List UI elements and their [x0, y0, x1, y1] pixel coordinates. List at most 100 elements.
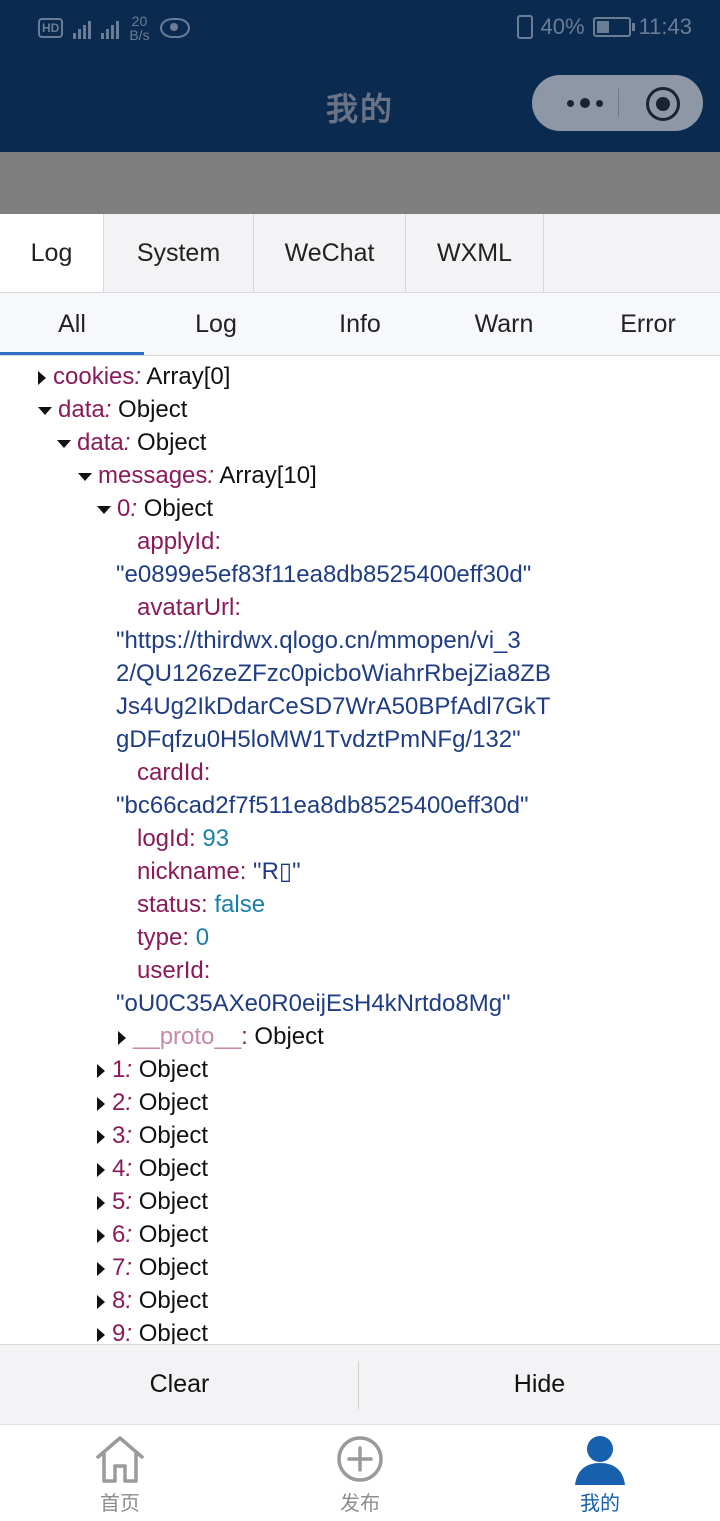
filter-warn[interactable]: Warn: [432, 293, 576, 355]
log-tree-row[interactable]: 0: Object: [97, 492, 213, 525]
log-tree-row: 2/QU126zeZFzc0picboWiahrRbejZia8ZB: [116, 657, 551, 690]
log-tree-row[interactable]: data: Object: [38, 393, 187, 426]
log-key: messages: [98, 462, 208, 489]
log-value: Object: [132, 1188, 209, 1215]
log-value: Object: [247, 1023, 324, 1050]
log-tree-row: logId: 93: [137, 822, 229, 855]
log-key: cardId: [137, 759, 204, 786]
log-tree-row: nickname: "R▯": [137, 855, 301, 888]
top-bar: HD 20 B/s 40% 11:43 我的: [0, 0, 720, 152]
tabbar-item-publish[interactable]: 发布: [240, 1425, 480, 1521]
log-key: 0: [117, 495, 131, 522]
tabbar-item-home[interactable]: 首页: [0, 1425, 240, 1521]
log-value: "R▯": [246, 858, 301, 885]
log-tree-row: "https://thirdwx.qlogo.cn/mmopen/vi_3: [116, 624, 521, 657]
caret-down-icon[interactable]: [78, 472, 92, 481]
caret-right-icon[interactable]: [38, 370, 46, 385]
log-tree-row[interactable]: 3: Object: [97, 1119, 208, 1152]
dot-icon: [596, 99, 603, 107]
log-value: "bc66cad2f7f511ea8db8525400eff30d": [116, 792, 529, 819]
log-tree-row: status: false: [137, 888, 265, 921]
caret-right-icon[interactable]: [97, 1162, 105, 1177]
log-key: 9: [112, 1320, 126, 1344]
tabbar-item-mine[interactable]: 我的: [480, 1425, 720, 1521]
console-actions: Clear Hide: [0, 1344, 720, 1424]
caret-down-icon[interactable]: [38, 406, 52, 415]
caret-right-icon[interactable]: [97, 1327, 105, 1342]
more-button[interactable]: [554, 75, 616, 131]
log-colon: :: [241, 1023, 248, 1050]
caret-right-icon[interactable]: [118, 1030, 126, 1045]
tab-wechat[interactable]: WeChat: [254, 214, 406, 292]
filter-error[interactable]: Error: [576, 293, 720, 355]
log-value: Array[10]: [214, 462, 317, 489]
caret-right-icon[interactable]: [97, 1195, 105, 1210]
caret-right-icon[interactable]: [97, 1129, 105, 1144]
log-tree-row: "oU0C35AXe0R0eijEsH4kNrtdo8Mg": [116, 987, 511, 1020]
caret-right-icon[interactable]: [97, 1228, 105, 1243]
caret-down-icon[interactable]: [57, 439, 71, 448]
log-value: 2/QU126zeZFzc0picboWiahrRbejZia8ZB: [116, 660, 551, 687]
caret-right-icon[interactable]: [97, 1096, 105, 1111]
log-tree-row[interactable]: 1: Object: [97, 1053, 208, 1086]
log-value: Object: [132, 1320, 209, 1344]
tab-wxml[interactable]: WXML: [406, 214, 544, 292]
button-divider: [358, 1361, 359, 1409]
log-tree-row[interactable]: 4: Object: [97, 1152, 208, 1185]
log-key: data: [77, 429, 124, 456]
log-tree-row: gDFqfzu0H5loMW1TvdztPmNFg/132": [116, 723, 521, 756]
vibrate-icon: [516, 15, 533, 39]
log-tree-row[interactable]: cookies: Array[0]: [38, 360, 230, 393]
log-tree-row[interactable]: 8: Object: [97, 1284, 208, 1317]
filter-active-indicator: [0, 352, 144, 355]
log-colon: :: [201, 891, 208, 918]
log-value: Object: [132, 1254, 209, 1281]
filter-log[interactable]: Log: [144, 293, 288, 355]
log-value: "e0899e5ef83f11ea8db8525400eff30d": [116, 561, 532, 588]
miniprogram-capsule: [532, 75, 703, 131]
log-key: userId: [137, 957, 204, 984]
log-tree-row: cardId:: [137, 756, 210, 789]
filter-all[interactable]: All: [0, 293, 144, 355]
log-tree-row: "bc66cad2f7f511ea8db8525400eff30d": [116, 789, 529, 822]
log-tree-row[interactable]: 5: Object: [97, 1185, 208, 1218]
hide-button[interactable]: Hide: [360, 1345, 719, 1424]
tab-log[interactable]: Log: [0, 214, 104, 292]
console-log[interactable]: cookies: Array[0] data: Object data: Objec…: [0, 356, 720, 1344]
log-key: __proto__: [133, 1023, 242, 1050]
battery-icon: [592, 17, 635, 37]
log-tree-row[interactable]: 9: Object: [97, 1317, 208, 1344]
dot-icon: [580, 98, 590, 108]
log-key: 5: [112, 1188, 126, 1215]
caret-right-icon[interactable]: [97, 1063, 105, 1078]
log-tree-row[interactable]: 6: Object: [97, 1218, 208, 1251]
log-filters: All Log Info Warn Error: [0, 293, 720, 356]
log-key: data: [58, 396, 105, 423]
log-tree-row[interactable]: 2: Object: [97, 1086, 208, 1119]
log-tree-row[interactable]: messages: Array[10]: [78, 459, 317, 492]
log-tree-row[interactable]: 7: Object: [97, 1251, 208, 1284]
log-key: 4: [112, 1155, 126, 1182]
filter-info[interactable]: Info: [288, 293, 432, 355]
signal-4g-icon: [101, 17, 120, 39]
log-tree-row[interactable]: data: Object: [57, 426, 206, 459]
log-key: 3: [112, 1122, 126, 1149]
tabbar-label: 首页: [100, 1493, 140, 1515]
status-bar: HD 20 B/s 40% 11:43: [0, 0, 720, 62]
log-value: Object: [132, 1287, 209, 1314]
log-key: cookies: [53, 363, 135, 390]
caret-right-icon[interactable]: [97, 1261, 105, 1276]
log-value: 0: [189, 924, 210, 951]
caret-right-icon[interactable]: [97, 1294, 105, 1309]
log-key: status: [137, 891, 202, 918]
log-tree-row[interactable]: __proto__: Object: [118, 1020, 324, 1053]
log-colon: :: [189, 825, 196, 852]
close-target-icon[interactable]: [646, 87, 680, 121]
caret-down-icon[interactable]: [97, 505, 111, 514]
dot-icon: [567, 99, 574, 107]
log-key: 6: [112, 1221, 126, 1248]
log-tree-row: Js4Ug2IkDdarCeSD7WrA50BPfAdl7GkT: [116, 690, 550, 723]
clear-button[interactable]: Clear: [0, 1345, 359, 1424]
tab-system[interactable]: System: [104, 214, 254, 292]
log-colon: :: [234, 594, 242, 621]
